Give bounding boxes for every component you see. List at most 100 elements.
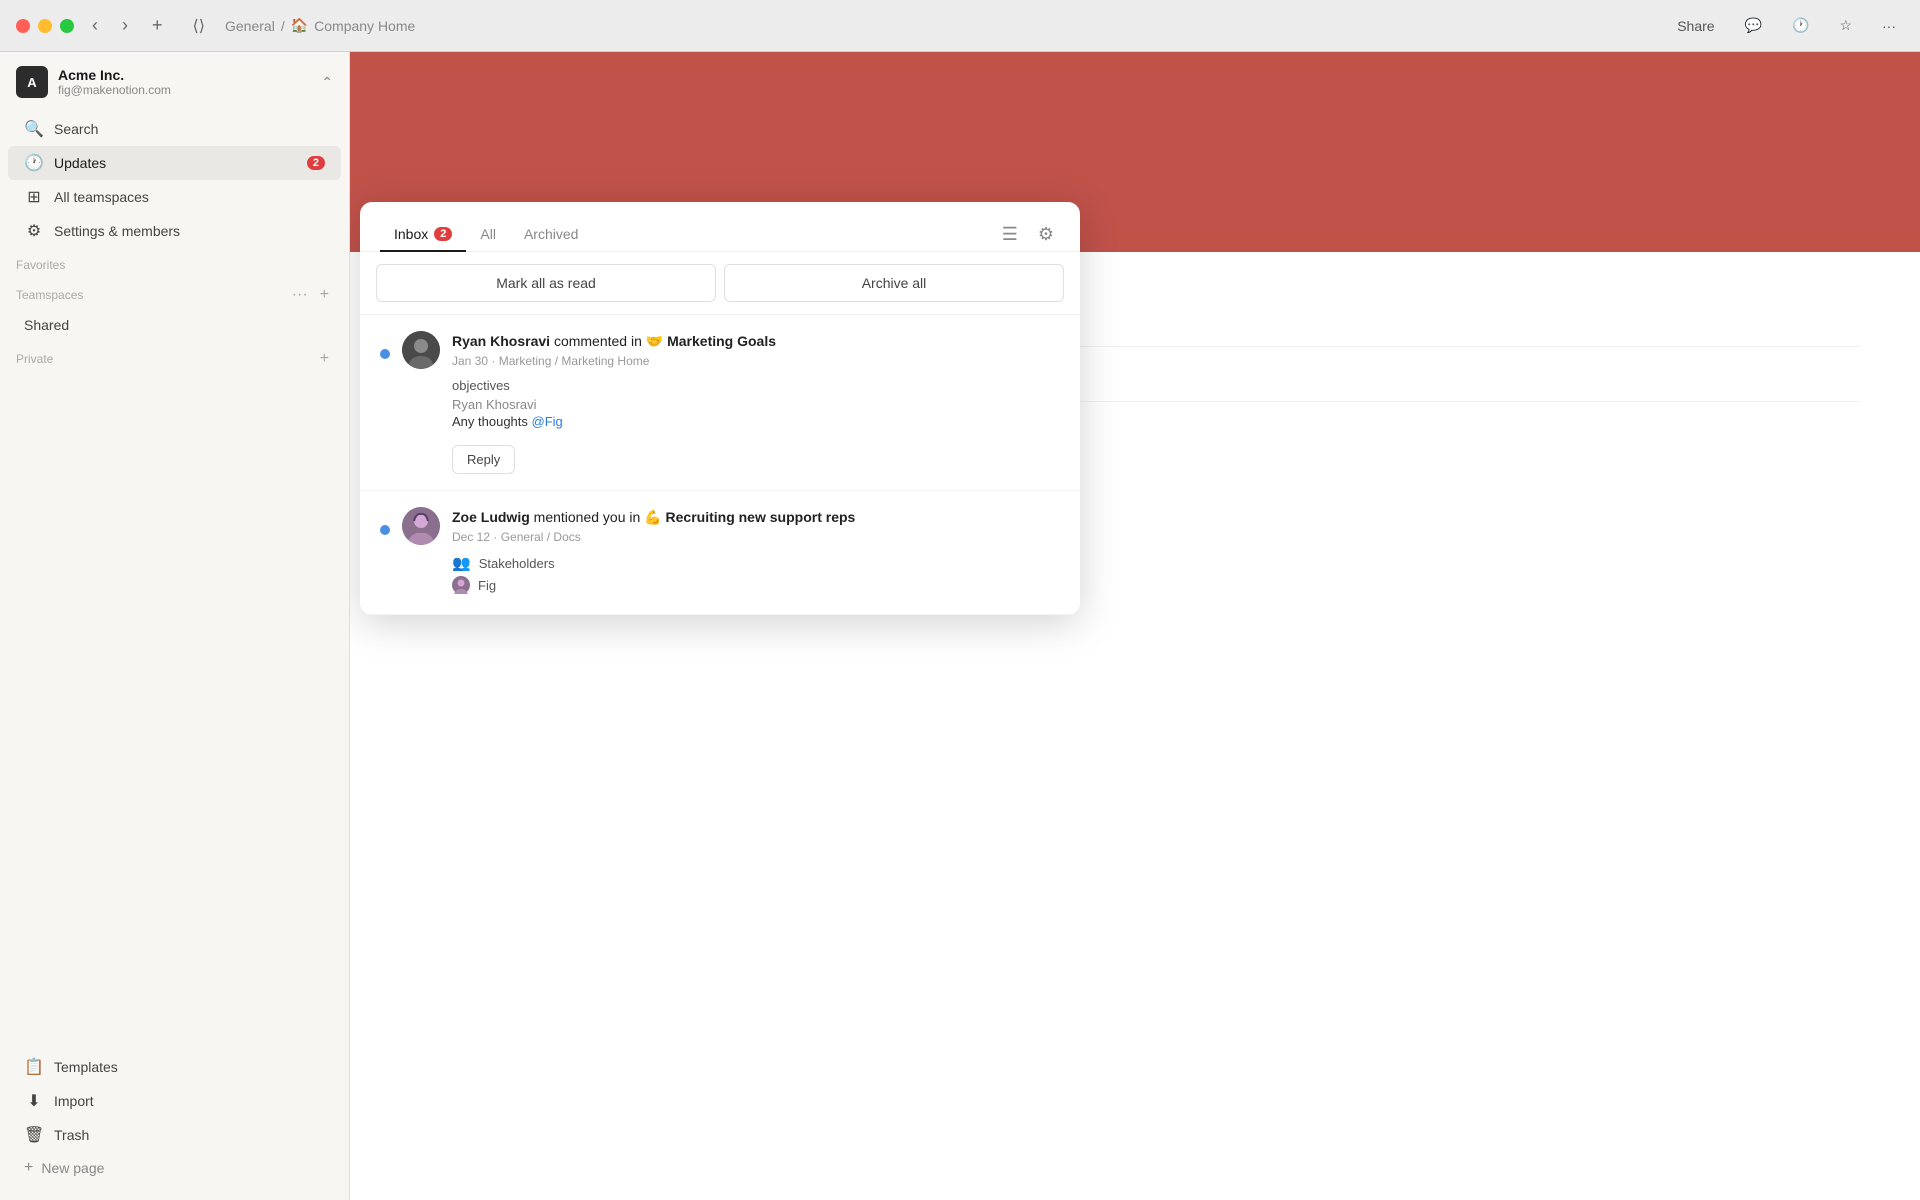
share-button[interactable]: Share	[1669, 14, 1722, 38]
fullscreen-button[interactable]	[60, 19, 74, 33]
new-tab-button[interactable]: +	[146, 11, 169, 40]
sidebar-item-updates[interactable]: 🕐 Updates 2	[8, 146, 341, 180]
teamspaces-section-title: Teamspaces	[16, 288, 83, 302]
forward-button[interactable]: ›	[116, 11, 134, 40]
content-area: 🎉 New Employee 🆕 To Do/Read in your firs…	[350, 52, 1920, 1200]
fig-label: Fig	[478, 578, 496, 593]
updates-badge: 2	[307, 156, 325, 170]
notif-page-ref-2: Recruiting new support reps	[666, 509, 856, 525]
notif-comment-author-1: Ryan Khosravi	[452, 397, 1060, 412]
notif-settings-button[interactable]: ⚙	[1032, 220, 1060, 249]
new-page-plus-icon: +	[24, 1159, 33, 1177]
shared-label: Shared	[24, 317, 69, 333]
tab-inbox[interactable]: Inbox 2	[380, 218, 466, 252]
notif-author-2: Zoe Ludwig	[452, 509, 530, 525]
traffic-lights	[16, 19, 74, 33]
workspace-email: fig@makenotion.com	[58, 83, 311, 97]
titlebar-actions: Share 💬 🕐 ☆ ···	[1669, 13, 1904, 38]
history-icon-button[interactable]: 🕐	[1784, 13, 1817, 38]
tab-all-label: All	[480, 226, 496, 242]
sidebar-label-updates: Updates	[54, 155, 106, 171]
notifications-panel: Inbox 2 All Archived ☰ ⚙	[360, 202, 1080, 615]
breadcrumb-general[interactable]: General	[225, 18, 275, 34]
notif-action-bar: Mark all as read Archive all	[360, 252, 1080, 315]
notif-meta-2: Dec 12 · General / Docs	[452, 530, 1060, 544]
fig-avatar-mini	[452, 576, 470, 594]
bookmark-icon-button[interactable]: ☆	[1831, 13, 1860, 38]
new-page-label: New page	[41, 1160, 104, 1176]
notif-page-ref-1: Marketing Goals	[667, 333, 776, 349]
workspace-info: Acme Inc. fig@makenotion.com	[58, 67, 311, 97]
updates-icon: 🕐	[24, 153, 44, 173]
private-section-title: Private	[16, 352, 53, 366]
teamspaces-icon: ⊞	[24, 187, 44, 207]
breadcrumb-home-emoji: 🏠	[291, 17, 308, 34]
notif-comment-text-1: Any thoughts @Fig	[452, 414, 1060, 429]
more-actions-button[interactable]: ···	[1874, 14, 1904, 38]
notification-1[interactable]: Ryan Khosravi commented in 🤝 Marketing G…	[360, 315, 1080, 491]
unread-indicator	[380, 349, 390, 359]
workspace-header[interactable]: A Acme Inc. fig@makenotion.com ⌃	[0, 52, 349, 112]
favorites-section-label: Favorites	[0, 248, 349, 276]
sidebar: A Acme Inc. fig@makenotion.com ⌃ 🔍 Searc…	[0, 52, 350, 1200]
sidebar-item-shared[interactable]: Shared	[8, 310, 341, 340]
notif-mention-1: @Fig	[532, 414, 563, 429]
teamspaces-add-button[interactable]: +	[316, 284, 333, 306]
tab-inbox-label: Inbox	[394, 226, 428, 242]
breadcrumb-title[interactable]: Company Home	[314, 18, 415, 34]
zoe-avatar-img	[402, 507, 440, 545]
search-icon: 🔍	[24, 119, 44, 139]
chevron-icon: ⌃	[321, 74, 333, 91]
workspace-icon: A	[16, 66, 48, 98]
notif-body-1: Ryan Khosravi commented in 🤝 Marketing G…	[452, 331, 1060, 474]
teamspaces-section-header: Teamspaces ··· +	[0, 276, 349, 310]
notif-tabs: Inbox 2 All Archived ☰ ⚙	[380, 218, 1060, 251]
sidebar-label-settings: Settings & members	[54, 223, 180, 239]
avatar-zoe	[402, 507, 440, 545]
tab-archived[interactable]: Archived	[510, 218, 592, 252]
sidebar-item-trash[interactable]: 🗑 Trash	[8, 1118, 341, 1152]
mark-all-read-button[interactable]: Mark all as read	[376, 264, 716, 302]
inbox-badge: 2	[434, 227, 452, 241]
templates-icon: 📋	[24, 1057, 44, 1077]
main-layout: A Acme Inc. fig@makenotion.com ⌃ 🔍 Searc…	[0, 52, 1920, 1200]
sidebar-item-settings[interactable]: ⚙ Settings & members	[8, 214, 341, 248]
comment-icon-button[interactable]: 💬	[1737, 13, 1770, 38]
breadcrumb: General / 🏠 Company Home	[225, 17, 1657, 34]
tab-all[interactable]: All	[466, 218, 510, 252]
ryan-avatar-img	[402, 331, 440, 369]
archive-all-button[interactable]: Archive all	[724, 264, 1064, 302]
sidebar-item-search[interactable]: 🔍 Search	[8, 112, 341, 146]
minimize-button[interactable]	[38, 19, 52, 33]
close-button[interactable]	[16, 19, 30, 33]
notif-content-section-1: objectives Ryan Khosravi Any thoughts @F…	[452, 378, 1060, 429]
stakeholders-icon: 👥	[452, 554, 471, 572]
import-icon: ⬇	[24, 1091, 44, 1111]
collapse-sidebar-button[interactable]: ⟨⟩	[185, 12, 213, 40]
unread-indicator-2	[380, 525, 390, 535]
sidebar-item-import[interactable]: ⬇ Import	[8, 1084, 341, 1118]
private-add-button[interactable]: +	[316, 348, 333, 370]
titlebar: ‹ › + ⟨⟩ General / 🏠 Company Home Share …	[0, 0, 1920, 52]
breadcrumb-separator: /	[281, 18, 285, 34]
teamspaces-more-button[interactable]: ···	[288, 284, 312, 306]
sidebar-item-teamspaces[interactable]: ⊞ All teamspaces	[8, 180, 341, 214]
sidebar-label-trash: Trash	[54, 1127, 89, 1143]
notification-2[interactable]: Zoe Ludwig mentioned you in 💪 Recruiting…	[360, 491, 1080, 615]
sidebar-item-templates[interactable]: 📋 Templates	[8, 1050, 341, 1084]
notif-stakeholders-row: 👥 Stakeholders	[452, 554, 1060, 572]
settings-icon: ⚙	[24, 221, 44, 241]
sidebar-label-search: Search	[54, 121, 98, 137]
notif-content-label-1: objectives	[452, 378, 1060, 393]
reply-button-1[interactable]: Reply	[452, 445, 515, 474]
new-page-button[interactable]: + New page	[8, 1152, 341, 1184]
filter-button[interactable]: ☰	[996, 220, 1024, 249]
notif-title-1: Ryan Khosravi commented in 🤝 Marketing G…	[452, 331, 1060, 352]
notif-title-2: Zoe Ludwig mentioned you in 💪 Recruiting…	[452, 507, 1060, 528]
notif-tab-actions: ☰ ⚙	[996, 220, 1060, 249]
sidebar-label-teamspaces: All teamspaces	[54, 189, 149, 205]
back-button[interactable]: ‹	[86, 11, 104, 40]
notif-header: Inbox 2 All Archived ☰ ⚙	[360, 202, 1080, 252]
private-section-actions: +	[316, 348, 333, 370]
notif-meta-1: Jan 30 · Marketing / Marketing Home	[452, 354, 1060, 368]
